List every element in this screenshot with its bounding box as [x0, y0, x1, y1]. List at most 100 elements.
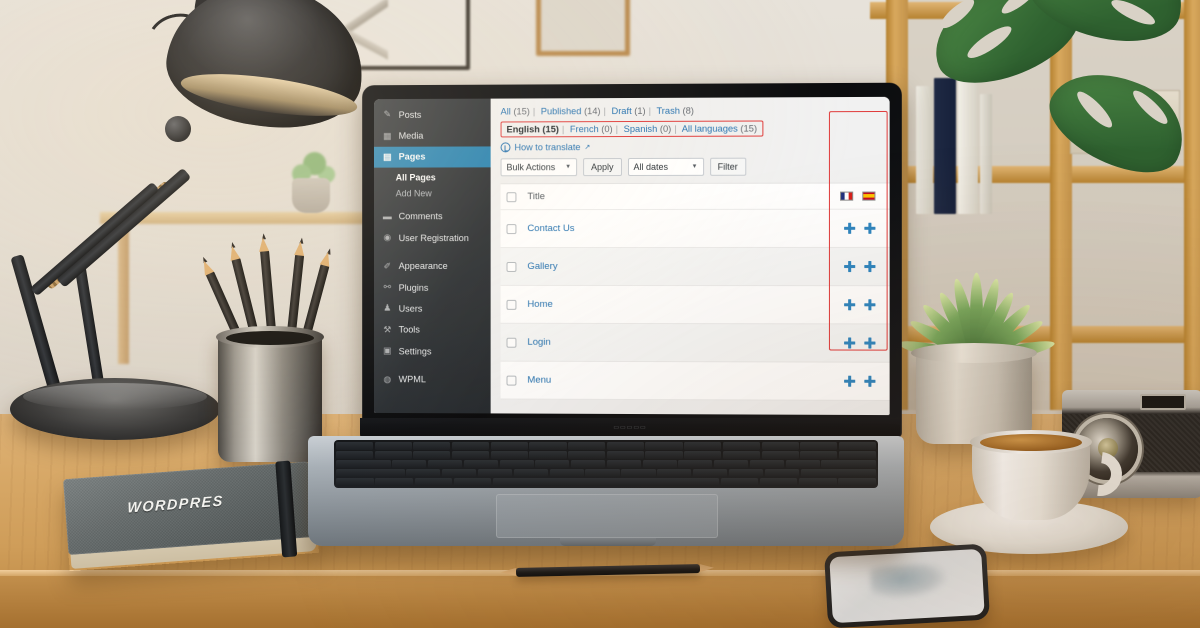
framed-artwork-small-icon	[536, 0, 630, 56]
row-translation-actions[interactable]	[844, 376, 890, 387]
laptop-base	[308, 436, 904, 546]
add-french-translation-icon[interactable]	[844, 337, 855, 348]
language-filter-list[interactable]: English (15) | French (0) | Spanish (0) | A…	[500, 120, 764, 138]
language-filter-all-languages[interactable]: All languages	[682, 124, 738, 134]
status-filter-all[interactable]: All	[501, 107, 511, 117]
select-all-checkbox[interactable]	[506, 191, 517, 202]
row-title[interactable]: Menu	[527, 375, 551, 386]
row-title[interactable]: Contact Us	[527, 223, 574, 234]
status-filter-draft[interactable]: Draft	[612, 106, 632, 116]
keyboard-row[interactable]	[336, 442, 876, 450]
pages-table: Title Contact Us Gallery Home Login Menu	[500, 182, 890, 402]
desk-scene: WORDPRES ✎ Posts ▦ Media ▤ Pages All Pag…	[0, 0, 1200, 628]
row-checkbox[interactable]	[506, 261, 517, 272]
sidebar-item-appearance[interactable]: ✐ Appearance	[374, 255, 491, 276]
sidebar-item-posts[interactable]: ✎ Posts	[374, 104, 491, 126]
table-row[interactable]: Contact Us	[500, 209, 890, 249]
table-toolbar[interactable]: Bulk Actions ▼ Apply All dates ▼ Filter	[500, 157, 890, 177]
status-filter-draft-count: (1)	[634, 105, 646, 116]
add-french-translation-icon[interactable]	[844, 299, 855, 310]
sidebar-item-label: Posts	[398, 109, 422, 120]
sidebar-item-label: Users	[398, 303, 423, 314]
row-translation-actions[interactable]	[844, 261, 890, 272]
laptop-trackpad[interactable]	[496, 494, 718, 538]
wpml-icon: ◍	[383, 373, 392, 384]
table-row[interactable]: Login	[500, 323, 890, 363]
submenu-item-add-new[interactable]: Add New	[374, 185, 491, 202]
add-spanish-translation-icon[interactable]	[864, 261, 875, 272]
sidebar-item-user-registration[interactable]: ◉ User Registration	[374, 227, 491, 248]
add-spanish-translation-icon[interactable]	[864, 337, 875, 348]
sidebar-item-plugins[interactable]: ⚯ Plugins	[374, 277, 491, 298]
sidebar-item-users[interactable]: ♟ Users	[374, 298, 491, 319]
coffee-liquid	[980, 434, 1082, 451]
smartphone[interactable]	[824, 543, 990, 628]
spanish-flag-icon	[862, 191, 876, 201]
submenu-item-all-pages[interactable]: All Pages	[374, 168, 491, 185]
language-filter-english[interactable]: English	[507, 124, 540, 134]
apply-button[interactable]: Apply	[583, 158, 622, 177]
sidebar-item-settings[interactable]: ▣ Settings	[374, 340, 491, 362]
row-checkbox[interactable]	[506, 299, 517, 310]
pages-submenu[interactable]: All Pages Add New	[374, 167, 491, 207]
add-french-translation-icon[interactable]	[844, 261, 855, 272]
row-title[interactable]: Gallery	[527, 261, 557, 272]
chevron-down-icon: ▼	[565, 164, 572, 171]
bulk-actions-select[interactable]: Bulk Actions ▼	[500, 158, 578, 177]
add-french-translation-icon[interactable]	[844, 223, 855, 234]
row-translation-actions[interactable]	[844, 299, 890, 310]
language-filter-french[interactable]: French	[570, 124, 599, 134]
language-filter-french-count: (0)	[601, 124, 613, 135]
add-spanish-translation-icon[interactable]	[864, 376, 875, 387]
row-title[interactable]: Login	[527, 337, 550, 348]
column-header-title[interactable]: Title	[527, 191, 545, 202]
add-spanish-translation-icon[interactable]	[864, 299, 875, 310]
table-row[interactable]: Home	[500, 285, 890, 325]
sidebar-item-pages[interactable]: ▤ Pages	[374, 146, 491, 168]
language-filter-spanish-count: (0)	[659, 123, 672, 134]
sidebar-item-media[interactable]: ▦ Media	[374, 125, 491, 147]
keyboard-row[interactable]	[336, 478, 876, 486]
sidebar-item-label: User Registration	[398, 232, 469, 243]
menu-separator	[374, 248, 491, 255]
desk-front	[0, 576, 1200, 628]
add-spanish-translation-icon[interactable]	[864, 223, 875, 234]
add-french-translation-icon[interactable]	[844, 376, 855, 387]
filter-button[interactable]: Filter	[709, 157, 746, 176]
brush-icon: ✐	[383, 260, 392, 271]
table-header-row: Title	[500, 183, 890, 211]
date-filter-label: All dates	[633, 161, 669, 172]
row-translation-actions[interactable]	[844, 223, 890, 234]
keyboard-row[interactable]	[336, 460, 876, 468]
pin-icon: ✎	[383, 109, 392, 120]
status-filter-trash-count: (8)	[682, 105, 694, 116]
table-row[interactable]: Menu	[500, 361, 890, 402]
sidebar-item-label: Media	[398, 130, 424, 141]
how-to-translate-link[interactable]: How to translate ↗	[500, 141, 890, 153]
keyboard-row[interactable]	[336, 469, 876, 477]
sidebar-item-comments[interactable]: ▬ Comments	[374, 206, 491, 227]
laptop-screen[interactable]: ✎ Posts ▦ Media ▤ Pages All Pages Add Ne…	[374, 96, 890, 416]
laptop-base-notch	[560, 538, 656, 546]
row-checkbox[interactable]	[506, 223, 517, 234]
status-filter-trash[interactable]: Trash	[656, 106, 679, 116]
language-filter-spanish[interactable]: Spanish	[624, 124, 658, 134]
sidebar-item-wpml[interactable]: ◍ WPML	[374, 369, 491, 391]
status-filter-published[interactable]: Published	[541, 106, 582, 116]
smartphone-screen[interactable]	[829, 548, 985, 624]
row-title[interactable]: Home	[527, 299, 552, 310]
sidebar-item-tools[interactable]: ⚒ Tools	[374, 319, 491, 340]
laptop-keyboard[interactable]	[334, 440, 878, 488]
users-icon: ♟	[383, 303, 392, 314]
row-checkbox[interactable]	[506, 375, 517, 386]
sidebar-item-label: Plugins	[398, 282, 429, 293]
date-filter-select[interactable]: All dates ▼	[627, 157, 704, 177]
background-table-leg	[118, 224, 129, 364]
laptop: ✎ Posts ▦ Media ▤ Pages All Pages Add Ne…	[306, 82, 906, 554]
table-row[interactable]: Gallery	[500, 247, 890, 287]
row-checkbox[interactable]	[506, 337, 517, 348]
keyboard-row[interactable]	[336, 451, 876, 459]
status-filter-list[interactable]: All (15) | Published (14) | Draft (1) | Tra…	[501, 105, 890, 117]
wp-admin-sidebar[interactable]: ✎ Posts ▦ Media ▤ Pages All Pages Add Ne…	[374, 98, 491, 414]
row-translation-actions[interactable]	[844, 337, 890, 348]
